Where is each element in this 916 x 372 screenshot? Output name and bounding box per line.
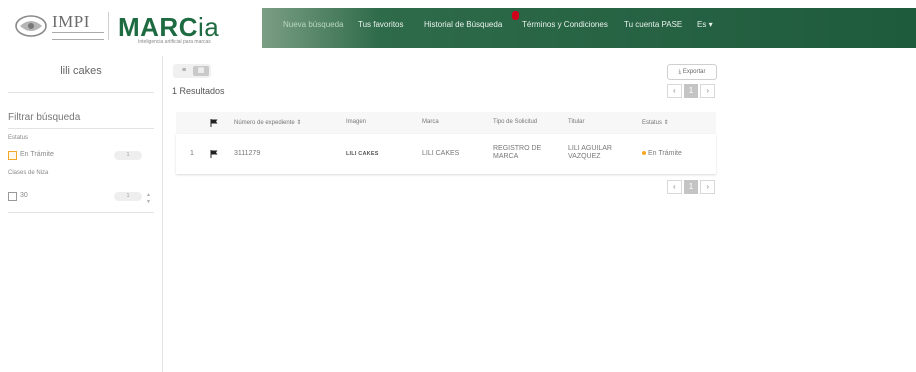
- titular-name: LILI AGUILAR VAZQUEZ: [568, 145, 612, 160]
- estatus-filter-option[interactable]: En Trámite 1: [8, 150, 154, 162]
- divider: [8, 92, 154, 93]
- nav-cuenta-pase[interactable]: Tu cuenta PASE: [624, 20, 682, 29]
- flag-icon[interactable]: [210, 150, 218, 158]
- col-estatus[interactable]: Estatus ⇕: [642, 119, 669, 126]
- top-header: IMPI MARCia Inteligencia artificial para…: [0, 0, 916, 48]
- col-expediente[interactable]: Número de expediente ⇕: [234, 119, 301, 126]
- next-page-button[interactable]: ›: [700, 180, 716, 194]
- view-toggle[interactable]: ≡ ▦: [173, 64, 211, 78]
- clases-label: Clases de Niza: [8, 170, 49, 176]
- clase-option-label: 30: [20, 192, 28, 199]
- export-button[interactable]: ⤓ Exportar: [667, 64, 717, 80]
- status-dot: [642, 151, 646, 156]
- col-expediente-label: Número de expediente: [234, 120, 295, 126]
- sort-icon: ⇕: [663, 120, 669, 126]
- nav-historial[interactable]: Historial de Búsqueda: [424, 20, 502, 29]
- col-tipo: Tipo de Solicitud: [493, 119, 538, 125]
- export-icon: ⤓: [678, 69, 682, 75]
- current-page[interactable]: 1: [683, 84, 699, 98]
- clase-filter-option[interactable]: 30 1: [8, 191, 154, 203]
- filter-sidebar: lili cakes Filtrar búsqueda Estatus En T…: [0, 56, 163, 372]
- pagination-top: ‹ 1 ›: [667, 84, 717, 98]
- next-page-button[interactable]: ›: [700, 84, 716, 98]
- status-badge: En Trámite: [642, 150, 682, 157]
- divider: [8, 128, 154, 129]
- col-estatus-label: Estatus: [642, 120, 663, 126]
- col-imagen: Imagen: [346, 119, 367, 125]
- marcia-logo-suffix: ia: [198, 12, 220, 42]
- expediente-number[interactable]: 3111279: [234, 150, 260, 157]
- impi-seal-icon: [15, 15, 47, 37]
- brand-image: LILI CAKES: [346, 151, 379, 157]
- pagination-bottom: ‹ 1 ›: [667, 180, 717, 194]
- nav-nueva-busqueda[interactable]: Nueva búsqueda: [283, 20, 344, 29]
- marcia-tagline: Inteligencia artificial para marcas: [138, 39, 211, 45]
- brand-name: LILI CAKES: [422, 150, 460, 157]
- search-query: lili cakes: [60, 65, 102, 77]
- table-row[interactable]: 1 3111279 LILI CAKES LILI CAKES REGISTRO…: [176, 134, 716, 174]
- prev-page-button[interactable]: ‹: [667, 84, 682, 98]
- row-index: 1: [190, 150, 194, 157]
- results-count: 1 Resultados: [172, 86, 225, 96]
- language-selector[interactable]: Es ▾: [697, 20, 713, 29]
- col-titular: Titular: [568, 119, 585, 125]
- divider: [8, 212, 154, 213]
- impi-logo-subtitle: [52, 32, 104, 40]
- impi-logo-text: IMPI: [52, 12, 90, 31]
- export-label: Exportar: [682, 69, 706, 75]
- grid-view-icon[interactable]: ▦: [193, 66, 209, 76]
- status-label: En Trámite: [648, 150, 682, 157]
- clase-count: 1: [114, 192, 142, 201]
- sort-icon: ⇕: [296, 120, 302, 126]
- flag-icon: [210, 119, 218, 127]
- nav-terminos[interactable]: Términos y Condiciones: [522, 20, 608, 29]
- estatus-count: 1: [114, 151, 142, 160]
- prev-page-button[interactable]: ‹: [667, 180, 682, 194]
- impi-logo[interactable]: IMPI: [14, 12, 110, 42]
- estatus-option-label: En Trámite: [20, 151, 54, 158]
- clase-stepper[interactable]: ▲ ▼: [146, 192, 151, 206]
- list-view-icon[interactable]: ≡: [176, 66, 192, 76]
- checkbox-icon[interactable]: [8, 192, 17, 201]
- logo-divider: [108, 12, 109, 40]
- language-label: Es: [697, 20, 707, 29]
- notification-badge: [512, 11, 519, 20]
- checkbox-icon[interactable]: [8, 151, 17, 160]
- request-type: REGISTRO DE MARCA: [493, 145, 542, 160]
- estatus-label: Estatus: [8, 135, 29, 141]
- nav-tus-favoritos[interactable]: Tus favoritos: [358, 20, 404, 29]
- col-marca: Marca: [422, 119, 439, 125]
- filter-title: Filtrar búsqueda: [8, 112, 81, 123]
- marcia-logo-text: MARC: [118, 12, 198, 42]
- current-page[interactable]: 1: [683, 180, 699, 194]
- table-header: Número de expediente ⇕ Imagen Marca Tipo…: [176, 112, 716, 134]
